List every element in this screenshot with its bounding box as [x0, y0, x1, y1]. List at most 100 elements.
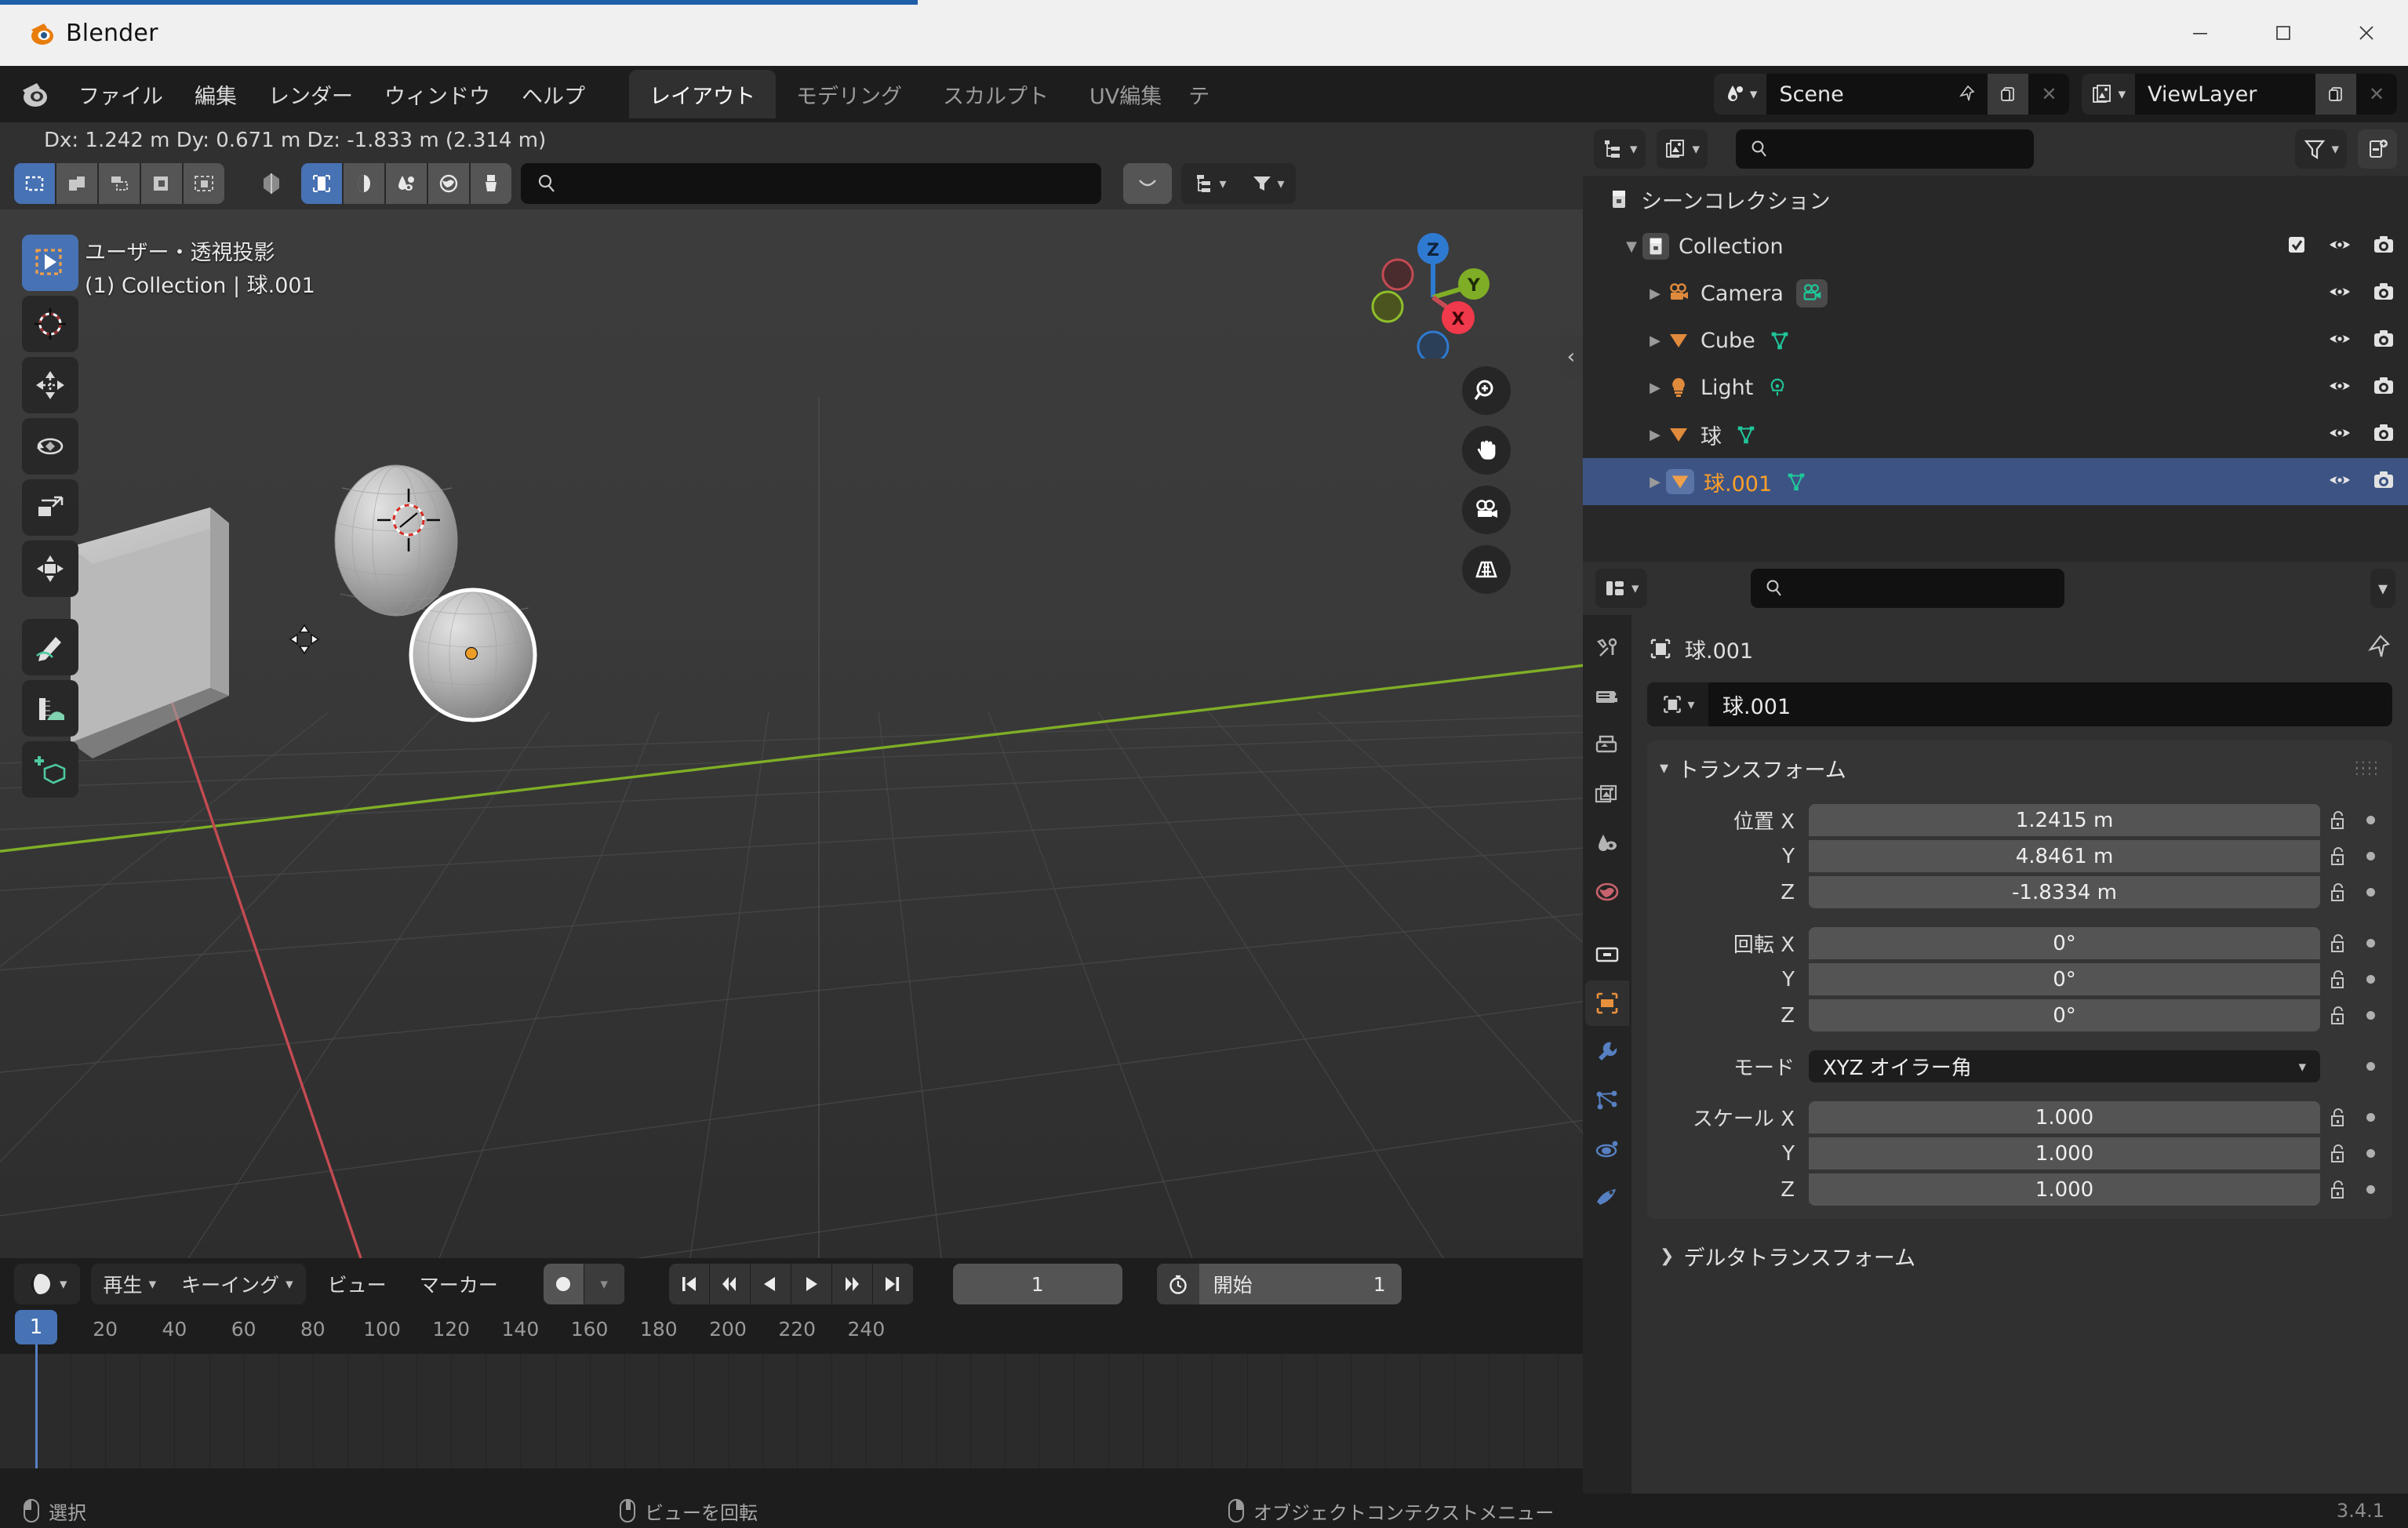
outliner-row-camera[interactable]: ▶ Camera: [1583, 270, 2408, 317]
disable-in-render-camera-icon[interactable]: [2372, 468, 2395, 495]
navigation-gizmo[interactable]: Z Y X: [1366, 225, 1500, 363]
animate-location-y-dot[interactable]: [2356, 852, 2384, 860]
editor-type-icon[interactable]: ▾: [14, 1264, 80, 1304]
shading-world-icon[interactable]: [428, 163, 469, 204]
constraint-tab[interactable]: [1585, 1175, 1629, 1221]
expand-triangle-icon[interactable]: ▼: [1620, 238, 1642, 255]
animate-rotation-mode-dot[interactable]: [2356, 1062, 2384, 1071]
location-z-field[interactable]: -1.8334 m: [1809, 876, 2320, 908]
exclude-checkbox[interactable]: [2286, 234, 2308, 259]
animate-rotation-y-dot[interactable]: [2356, 975, 2384, 984]
light-data-icon[interactable]: [1766, 376, 1789, 399]
tweak-select-box-tool[interactable]: [22, 235, 78, 291]
select-box-icon[interactable]: [14, 163, 55, 204]
outliner-filter-icon[interactable]: ▾: [2295, 129, 2347, 169]
brush-icon[interactable]: [471, 163, 511, 204]
scene-selector[interactable]: ▾ Scene ✕: [1713, 74, 2070, 115]
outliner-display-mode[interactable]: ▾: [1594, 129, 1646, 169]
menu-render[interactable]: レンダー: [253, 75, 369, 115]
close-button[interactable]: [2325, 0, 2408, 66]
properties-search-input[interactable]: [1750, 569, 2064, 608]
animate-scale-z-dot[interactable]: [2356, 1185, 2384, 1194]
menu-help[interactable]: ヘルプ: [506, 75, 601, 115]
properties-editor-type-icon[interactable]: ▾: [1595, 569, 1647, 608]
viewport-overlay-toggle-icon[interactable]: [1123, 163, 1172, 204]
object-types-visibility-icon[interactable]: ▾: [1181, 163, 1238, 204]
tab-layout[interactable]: レイアウト: [629, 70, 776, 118]
transform-panel-header[interactable]: ▾ トランスフォーム ::::::::: [1647, 750, 2392, 786]
viewport-search-box[interactable]: [521, 163, 1101, 204]
move-tool[interactable]: [22, 357, 78, 413]
mesh-data-icon[interactable]: [1734, 423, 1758, 446]
transform-tool[interactable]: [22, 540, 78, 597]
chevron-right-icon[interactable]: ❯: [1660, 1246, 1674, 1266]
object-name-field[interactable]: ▾ 球.001: [1647, 682, 2392, 726]
shading-solid-icon[interactable]: [301, 163, 342, 204]
lock-rotation-x-icon[interactable]: [2320, 932, 2356, 955]
disable-in-render-camera-icon[interactable]: [2372, 374, 2395, 401]
outliner-row-light[interactable]: ▶ Light: [1583, 364, 2408, 411]
maximize-button[interactable]: [2242, 0, 2325, 66]
location-x-field[interactable]: 1.2415 m: [1809, 804, 2320, 836]
particles-tab[interactable]: [1585, 1078, 1629, 1123]
collection-tab[interactable]: [1585, 932, 1629, 977]
prev-keyframe-icon[interactable]: [710, 1264, 751, 1304]
new-collection-icon[interactable]: [2358, 129, 2397, 169]
physics-tab[interactable]: [1585, 1126, 1629, 1172]
lock-location-x-icon[interactable]: [2320, 809, 2356, 832]
mesh-data-icon[interactable]: [1768, 329, 1791, 352]
location-y-field[interactable]: 4.8461 m: [1809, 840, 2320, 872]
select-extend-icon[interactable]: [56, 163, 97, 204]
lock-location-z-icon[interactable]: [2320, 881, 2356, 904]
tab-uv-editing[interactable]: UV編集: [1069, 70, 1182, 118]
expand-triangle-icon[interactable]: ▶: [1644, 333, 1666, 349]
minimize-button[interactable]: [2159, 0, 2242, 66]
view-layer-tab[interactable]: [1585, 772, 1629, 817]
cursor-tool[interactable]: [22, 296, 78, 352]
jump-start-icon[interactable]: [669, 1264, 710, 1304]
pan-hand-icon[interactable]: [1462, 426, 1511, 475]
lock-location-y-icon[interactable]: [2320, 845, 2356, 868]
rotation-z-field[interactable]: 0°: [1809, 999, 2320, 1031]
viewport-filter-icon[interactable]: ▾: [1239, 163, 1296, 204]
expand-triangle-icon[interactable]: ▶: [1644, 427, 1666, 443]
play-icon[interactable]: [791, 1264, 832, 1304]
properties-options-dropdown[interactable]: ▾: [2370, 569, 2395, 608]
menu-file[interactable]: ファイル: [63, 75, 179, 115]
delta-transform-panel-header[interactable]: ❯ デルタトランスフォーム: [1647, 1235, 2392, 1277]
outliner-row-collection[interactable]: ▼ Collection: [1583, 223, 2408, 270]
playhead-frame-badge[interactable]: 1: [15, 1310, 57, 1344]
ortho-persp-toggle-icon[interactable]: [1462, 545, 1511, 594]
select-intersect-icon[interactable]: [184, 163, 224, 204]
hide-in-viewport-eye-icon[interactable]: [2328, 374, 2352, 401]
render-tab[interactable]: [1585, 675, 1629, 720]
menu-view[interactable]: ビュー: [317, 1270, 398, 1298]
scene-icon[interactable]: ▾: [1713, 74, 1767, 115]
viewlayer-icon[interactable]: ▾: [2082, 74, 2135, 115]
annotate-tool[interactable]: [22, 619, 78, 675]
shading-material-preview-icon[interactable]: [344, 163, 384, 204]
timeline-ruler[interactable]: 120406080100120140160180200220240: [0, 1310, 1583, 1354]
outliner-search-input[interactable]: [1736, 129, 2035, 169]
object-name-value[interactable]: 球.001: [1708, 689, 1791, 720]
rotate-tool[interactable]: [22, 418, 78, 475]
jump-end-icon[interactable]: [873, 1264, 914, 1304]
current-frame-field[interactable]: 1: [952, 1264, 1122, 1304]
viewport-sidebar-toggle[interactable]: ‹: [1559, 335, 1583, 379]
shading-wireframe-icon[interactable]: [251, 163, 292, 204]
output-tab[interactable]: [1585, 723, 1629, 769]
animate-rotation-x-dot[interactable]: [2356, 939, 2384, 948]
chevron-down-icon[interactable]: ▾: [1660, 759, 1668, 778]
mesh-data-icon[interactable]: [1784, 470, 1808, 493]
properties-pin-icon[interactable]: [2366, 634, 2392, 664]
camera-view-icon[interactable]: [1462, 486, 1511, 534]
blender-menu-icon[interactable]: [17, 76, 53, 112]
measure-tool[interactable]: [22, 680, 78, 737]
lock-scale-z-icon[interactable]: [2320, 1178, 2356, 1202]
timeline-body[interactable]: [0, 1354, 1594, 1468]
animate-scale-y-dot[interactable]: [2356, 1149, 2384, 1158]
drag-grip-icon[interactable]: ::::::::: [2355, 758, 2380, 778]
lock-rotation-y-icon[interactable]: [2320, 968, 2356, 991]
tab-texture-paint[interactable]: テ: [1182, 70, 1215, 118]
disable-in-render-camera-icon[interactable]: [2372, 327, 2395, 354]
